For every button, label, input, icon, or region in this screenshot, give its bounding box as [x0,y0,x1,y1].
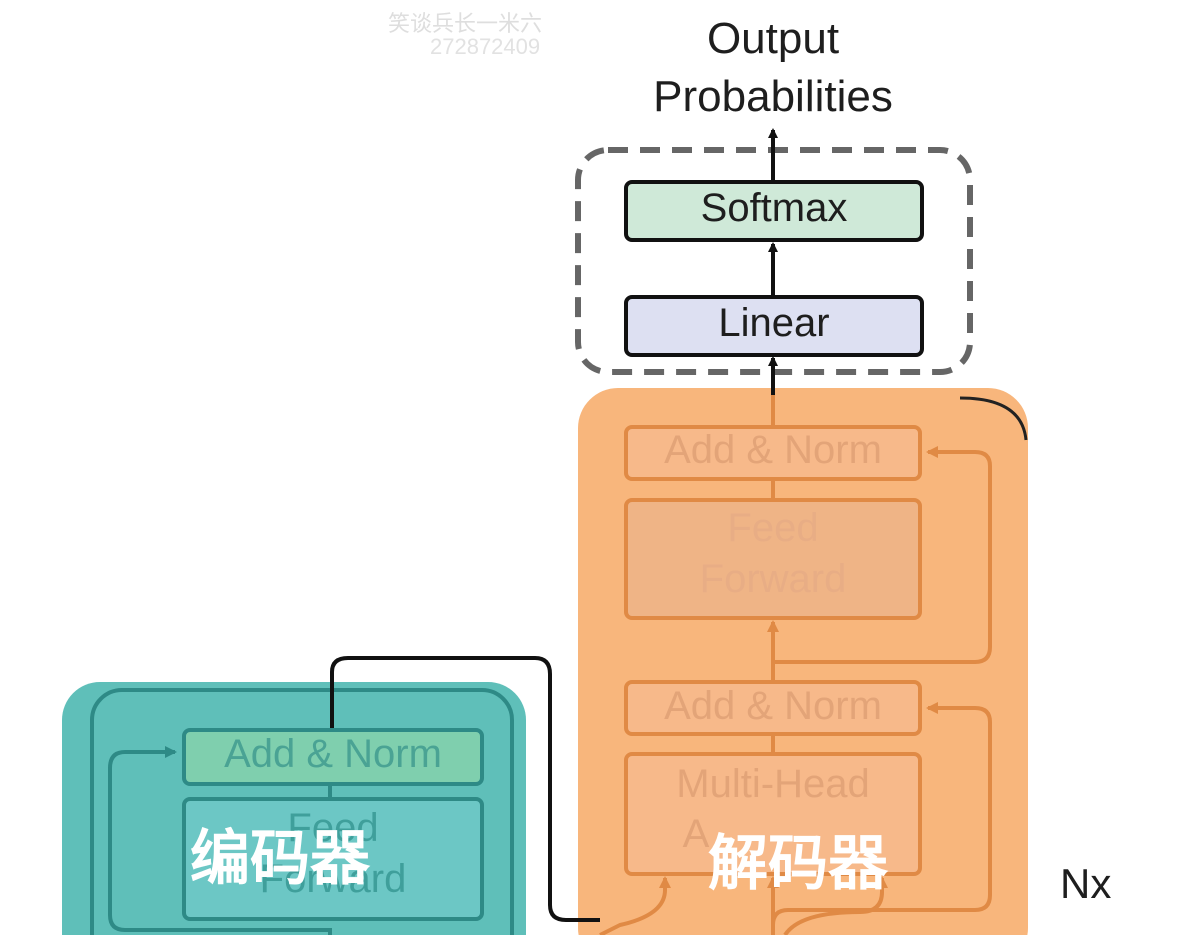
decoder-add-norm-top-label: Add & Norm [664,428,882,472]
decoder-multi-head-line1: Multi-Head [676,762,870,806]
linear-label: Linear [718,301,830,345]
encoder-add-norm-label: Add & Norm [224,732,442,776]
softmax-label: Softmax [700,186,848,230]
encoder-overlay-label: 编码器 [190,824,370,894]
decoder-overlay-label: 解码器 [708,829,888,899]
diagram-canvas [62,128,1028,935]
nx-label: Nx [1060,860,1112,907]
decoder-feed-forward-line1: Feed [727,506,819,550]
decoder-feed-forward-line2: Forward [699,557,847,601]
decoder-add-norm-mid-label: Add & Norm [664,684,882,728]
